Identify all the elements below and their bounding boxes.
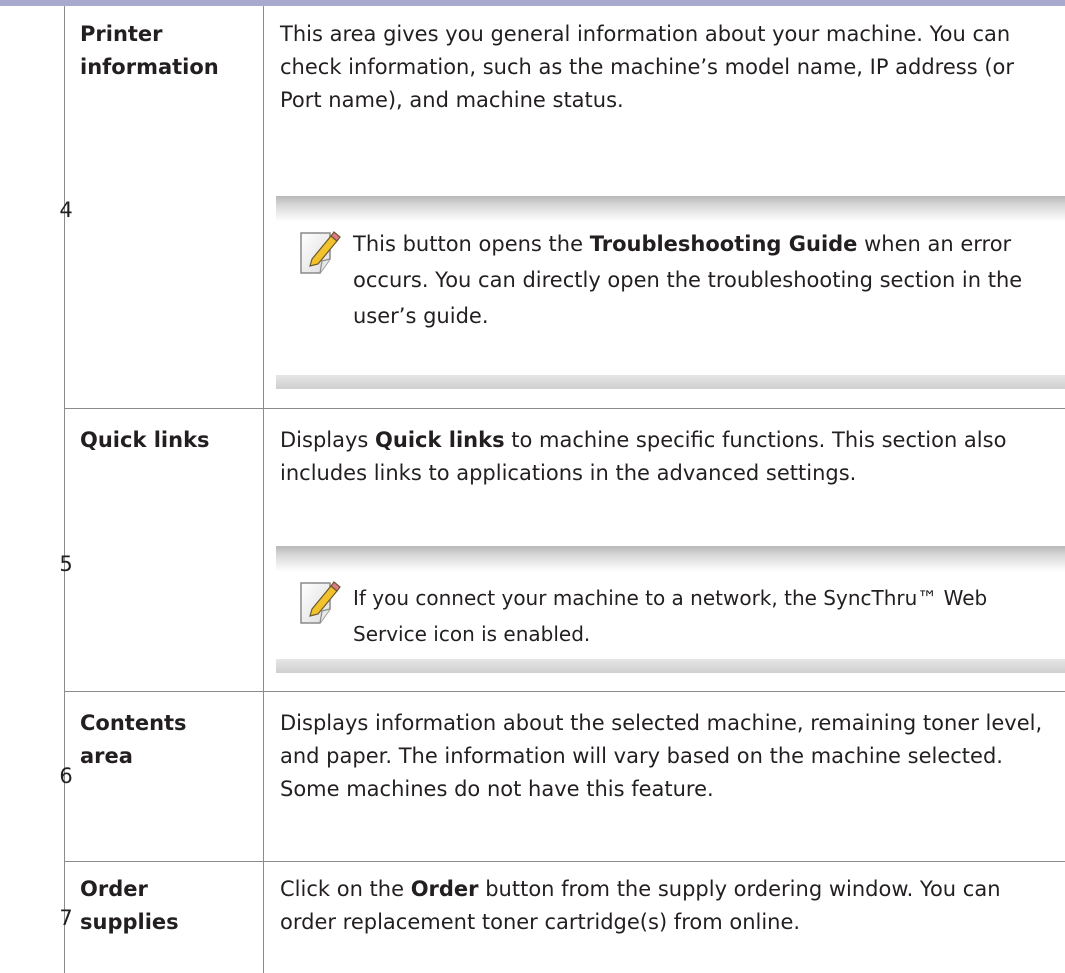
row-description-text: Displays information about the selected … <box>280 711 1043 801</box>
row-description-text: This area gives you general information … <box>280 22 1015 112</box>
note-text: If you connect your machine to a network… <box>353 586 988 646</box>
note-band-bottom <box>276 659 1065 673</box>
row-term-line: Quick links <box>80 428 210 452</box>
row-term-line: Contents <box>80 711 187 735</box>
column-divider-right <box>263 6 264 973</box>
row-term-line: area <box>80 744 133 768</box>
row-term-line: Order <box>80 877 148 901</box>
description-bold-term: Order <box>410 877 479 901</box>
row-description-text: Displays Quick links to machine specific… <box>280 428 1007 485</box>
row-divider <box>64 691 1065 692</box>
row-number: 5 <box>59 552 73 576</box>
row-description: Displays information about the selected … <box>280 707 1050 806</box>
row-term: Contents area <box>80 707 250 773</box>
note-bold-term: Troubleshooting Guide <box>589 232 858 256</box>
row-term-line: Printer <box>80 22 163 46</box>
description-bold-term: Quick links <box>375 428 505 452</box>
row-description: Displays Quick links to machine specific… <box>280 424 1060 490</box>
note-band-top <box>276 546 1065 572</box>
row-description: This area gives you general information … <box>280 18 1050 117</box>
row-description-text: Click on the Order button from the suppl… <box>280 877 1001 934</box>
row-description: Click on the Order button from the suppl… <box>280 873 1060 939</box>
top-rule <box>0 0 1065 6</box>
note-box: If you connect your machine to a network… <box>276 546 1065 673</box>
row-term-line: supplies <box>80 910 179 934</box>
row-term-line: information <box>80 55 219 79</box>
note-pencil-icon <box>298 579 342 625</box>
note-band-top <box>276 196 1065 222</box>
note-text: This button opens the Troubleshooting Gu… <box>353 232 1023 328</box>
row-number: 4 <box>59 198 73 222</box>
row-divider <box>64 861 1065 862</box>
note-box: This button opens the Troubleshooting Gu… <box>276 196 1065 389</box>
row-term: Quick links <box>80 424 250 457</box>
column-divider-left <box>64 6 65 973</box>
note-band-bottom <box>276 375 1065 389</box>
row-term: Printer information <box>80 18 250 84</box>
row-divider <box>64 408 1065 409</box>
note-pencil-icon <box>298 229 342 275</box>
row-term: Order supplies <box>80 873 250 939</box>
